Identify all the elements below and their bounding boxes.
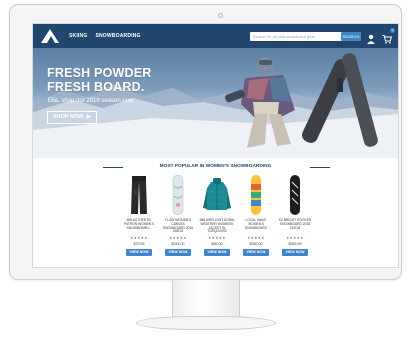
- monitor-frame: SKIING SNOWBOARDING Search for ski and s…: [9, 4, 402, 280]
- search-placeholder: Search for ski and snowboard gear: [253, 33, 316, 39]
- search-input[interactable]: Search for ski and snowboard gear SEARCH: [250, 31, 361, 41]
- rating-stars: ★★★★★: [208, 236, 226, 240]
- product-card[interactable]: K2 BRIGHT ROCKER SNOWBOARD 2018 152CM ★★…: [277, 174, 313, 256]
- hero-banner: FRESH POWDER FRESH BOARD. Ella, shop our…: [33, 48, 398, 158]
- product-card[interactable]: LOCAL WAVE WOMEN'S SNOWBOARD ★★★★★ $350.…: [238, 174, 274, 256]
- nav-link-skiing[interactable]: SKIING: [69, 33, 87, 39]
- product-name[interactable]: 686 AUTHENTIC PATRON WOMEN'S SNOWBOARD..…: [121, 218, 157, 234]
- cart-icon[interactable]: 0: [382, 28, 395, 44]
- product-grid: 686 AUTHENTIC PATRON WOMEN'S SNOWBOARD..…: [121, 174, 313, 256]
- view-now-button[interactable]: VIEW NOW: [165, 249, 191, 256]
- nav-link-snowboarding[interactable]: SNOWBOARDING: [95, 33, 140, 39]
- shop-now-button[interactable]: SHOP NOW ▶: [47, 111, 97, 124]
- hero-title-line-1: FRESH POWDER: [47, 66, 152, 80]
- product-name[interactable]: K2 BRIGHT ROCKER SNOWBOARD 2018 152CM: [277, 218, 313, 234]
- view-now-button[interactable]: VIEW NOW: [243, 249, 269, 256]
- product-card[interactable]: 686 AIRFLIGHT DOWN WEATHER WOMEN'S JACKE…: [199, 174, 235, 256]
- product-price: $359.99: [288, 242, 302, 246]
- product-price: $95.00: [211, 242, 223, 246]
- hero-subtitle: Ella, shop our 2018 season now: [48, 98, 134, 104]
- hero-title: FRESH POWDER FRESH BOARD.: [47, 66, 152, 94]
- product-image-pants[interactable]: [125, 174, 153, 216]
- rating-stars: ★★★★★: [130, 236, 148, 240]
- product-name[interactable]: 686 AIRFLIGHT DOWN WEATHER WOMEN'S JACKE…: [199, 218, 235, 234]
- product-price: $350.00: [249, 242, 263, 246]
- monitor-stand-base: [136, 316, 276, 330]
- product-image-jacket[interactable]: [203, 174, 231, 216]
- product-name[interactable]: FLOW WOMEN'S CANVAS SNOWBOARD 2018 158CM: [160, 218, 196, 234]
- section-heading: MOST POPULAR IN WOMEN'S SNOWBOARDING: [159, 164, 272, 169]
- rating-stars: ★★★★★: [169, 236, 187, 240]
- rating-stars: ★★★★★: [247, 236, 265, 240]
- cart-count-badge: 0: [390, 28, 395, 33]
- play-arrow-icon: ▶: [86, 114, 91, 120]
- view-now-button[interactable]: VIEW NOW: [126, 249, 152, 256]
- shop-now-label: SHOP NOW: [53, 114, 84, 120]
- product-image-snowboard[interactable]: [281, 174, 309, 216]
- search-button[interactable]: SEARCH: [341, 31, 361, 41]
- hero-title-line-2: FRESH BOARD.: [47, 80, 145, 94]
- product-card[interactable]: 686 AUTHENTIC PATRON WOMEN'S SNOWBOARD..…: [121, 174, 157, 256]
- user-icon[interactable]: [366, 31, 376, 44]
- screen: SKIING SNOWBOARDING Search for ski and s…: [32, 23, 399, 268]
- camera-dot: [218, 13, 223, 18]
- product-price: $79.95: [133, 242, 145, 246]
- view-now-button[interactable]: VIEW NOW: [204, 249, 230, 256]
- product-name[interactable]: LOCAL WAVE WOMEN'S SNOWBOARD: [238, 218, 274, 234]
- product-price: $344.00: [171, 242, 185, 246]
- mountain-logo-icon[interactable]: [39, 27, 61, 45]
- product-image-snowboard[interactable]: [242, 174, 270, 216]
- rating-stars: ★★★★★: [286, 236, 304, 240]
- view-now-button[interactable]: VIEW NOW: [282, 249, 308, 256]
- product-image-snowboard[interactable]: [164, 174, 192, 216]
- site-nav: SKIING SNOWBOARDING Search for ski and s…: [33, 24, 398, 48]
- product-card[interactable]: FLOW WOMEN'S CANVAS SNOWBOARD 2018 158CM…: [160, 174, 196, 256]
